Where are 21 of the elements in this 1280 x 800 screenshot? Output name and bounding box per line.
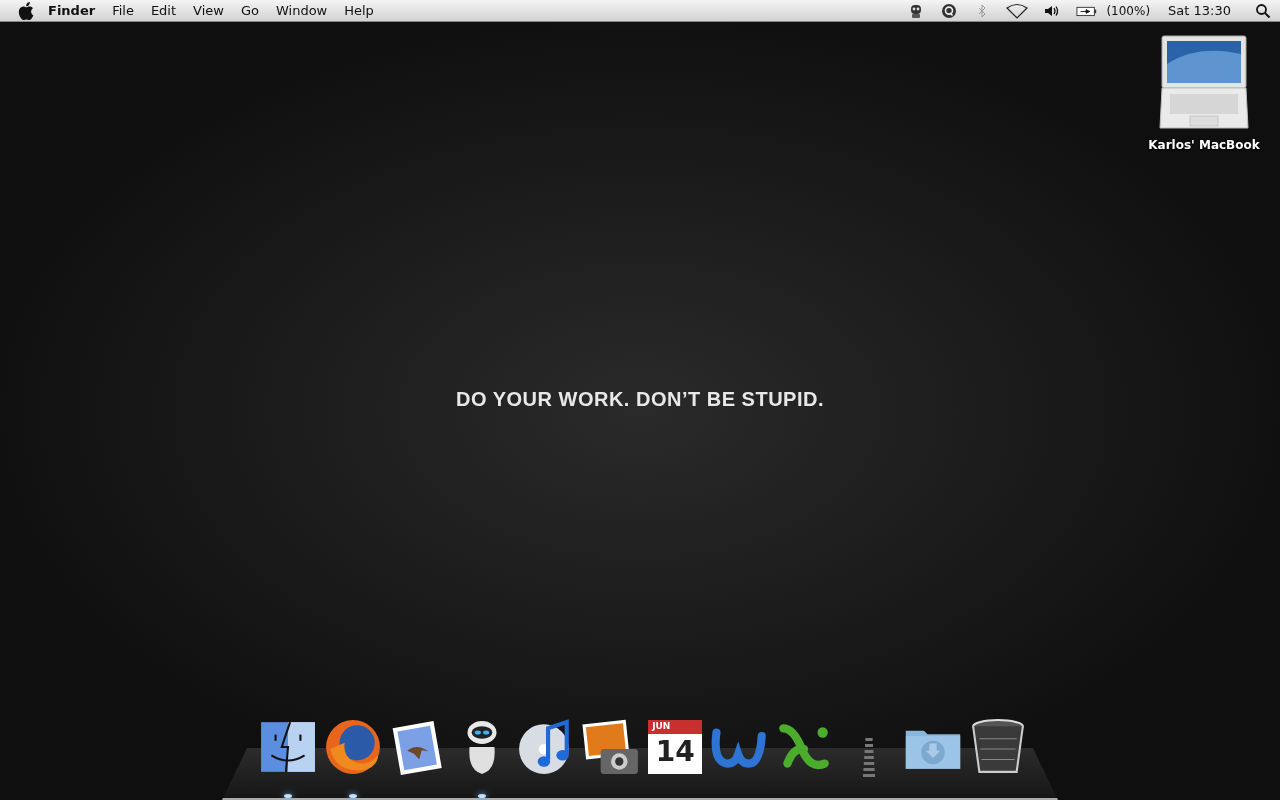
menu-item[interactable]: Edit — [150, 3, 177, 18]
wifi-icon[interactable] — [1006, 2, 1029, 19]
menu-item[interactable]: Go — [240, 3, 259, 18]
letter-q-icon[interactable] — [940, 2, 959, 19]
menu-item[interactable]: Finder — [48, 3, 96, 18]
desktop-icon-label[interactable]: Karlos' MacBook — [1148, 138, 1260, 152]
fox-globe-icon[interactable] — [323, 718, 382, 776]
calendar-day: 14 — [655, 734, 695, 770]
menu-item[interactable]: Window — [275, 3, 328, 18]
calendar-month: JUN — [652, 721, 671, 731]
battery-percentage: (100%) — [1106, 3, 1151, 18]
menu-item[interactable]: View — [193, 3, 224, 18]
calendar-icon[interactable]: JUN 14 — [648, 720, 703, 774]
apple-logo-icon[interactable] — [18, 1, 34, 20]
menu-item[interactable]: Help — [344, 3, 374, 18]
laptop-icon[interactable] — [1158, 34, 1250, 132]
photo-camera-icon[interactable] — [581, 718, 640, 776]
menu-item[interactable]: File — [112, 3, 134, 18]
search-icon[interactable] — [1254, 2, 1272, 19]
menu-bar-clock[interactable]: Sat 13:30 — [1168, 3, 1231, 18]
wallpaper-slogan: DO YOUR WORK. DON’T BE STUPID. — [455, 388, 825, 411]
